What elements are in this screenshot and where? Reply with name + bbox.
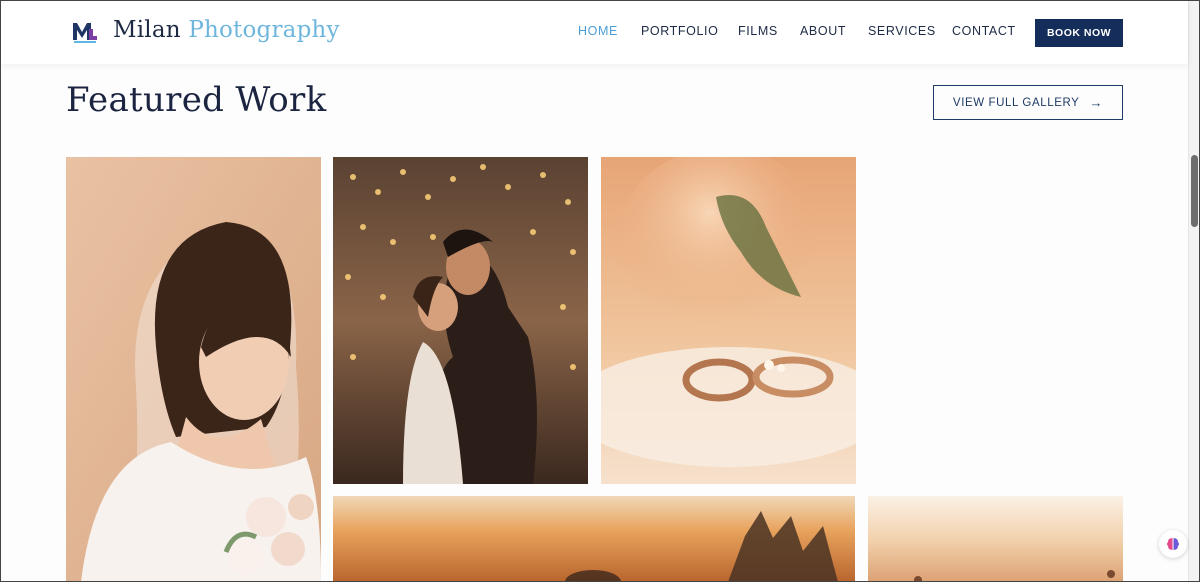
arrow-right-icon: → xyxy=(1089,95,1104,110)
wedding-rings-image xyxy=(601,157,856,484)
brand-name[interactable]: Milan Photography xyxy=(113,17,340,43)
scrollbar-thumb[interactable] xyxy=(1191,155,1198,227)
gallery-item-sunset-scene[interactable] xyxy=(333,496,855,582)
chat-widget-button[interactable] xyxy=(1159,530,1187,558)
view-full-gallery-label: VIEW FULL GALLERY xyxy=(952,96,1080,109)
bride-portrait-image xyxy=(66,157,321,582)
page-scrollbar[interactable] xyxy=(1188,0,1200,582)
gallery-item-couple-dancing[interactable] xyxy=(333,157,588,484)
brain-icon xyxy=(1167,538,1179,550)
book-now-button[interactable]: BOOK NOW xyxy=(1035,19,1123,47)
brand-name-text: Milan xyxy=(113,17,181,43)
brand-logo-icon[interactable] xyxy=(72,20,98,44)
nav-home[interactable]: HOME xyxy=(578,24,618,38)
nav-contact[interactable]: CONTACT xyxy=(952,24,1016,38)
site-header: Milan Photography HOME PORTFOLIO FILMS A… xyxy=(0,0,1188,64)
nav-films[interactable]: FILMS xyxy=(738,24,778,38)
section-title: Featured Work xyxy=(66,80,327,120)
beach-sunset-image xyxy=(868,496,1123,582)
couple-dancing-image xyxy=(333,157,588,484)
brand-name-accent: Photography xyxy=(188,17,340,43)
nav-portfolio[interactable]: PORTFOLIO xyxy=(641,24,718,38)
nav-services[interactable]: SERVICES xyxy=(868,24,936,38)
sunset-scene-image xyxy=(333,496,855,582)
nav-about[interactable]: ABOUT xyxy=(800,24,846,38)
gallery-item-wedding-rings[interactable] xyxy=(601,157,856,484)
view-full-gallery-button[interactable]: VIEW FULL GALLERY → xyxy=(933,85,1123,120)
gallery-item-beach-sunset[interactable] xyxy=(868,496,1123,582)
gallery-item-bride-portrait[interactable] xyxy=(66,157,321,582)
